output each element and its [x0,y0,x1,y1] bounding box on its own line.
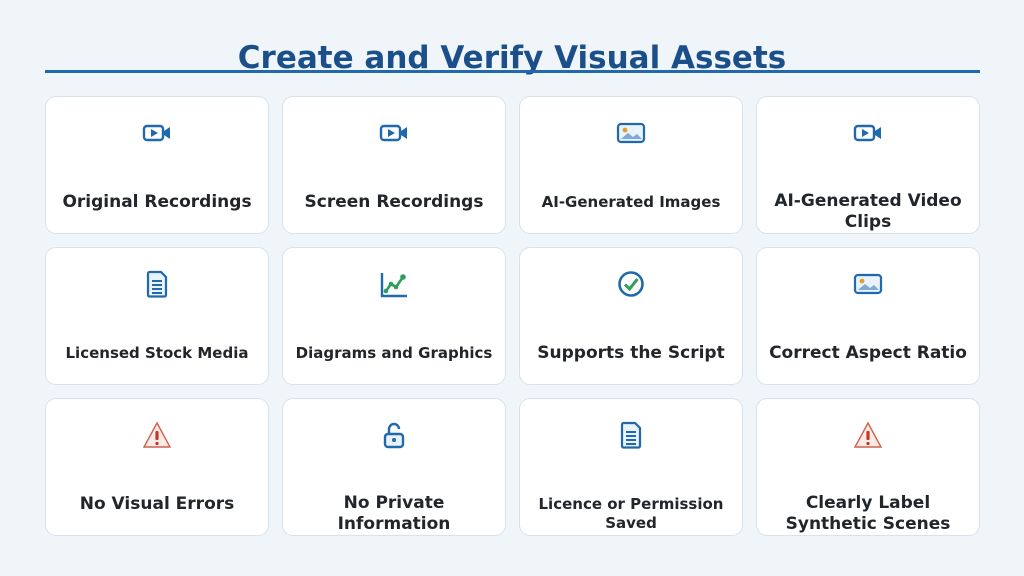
card-label: AI-Generated Images [541,193,721,211]
card-correct-aspect-ratio: Correct Aspect Ratio [756,247,980,385]
check-circle-icon [615,268,647,300]
card-label: Licensed Stock Media [65,344,249,362]
warning-icon [141,419,173,451]
card-label: AI-Generated Video Clips [774,191,962,232]
image-icon [852,268,884,300]
document-icon [141,268,173,300]
card-original-recordings: Original Recordings [45,96,269,234]
card-label: No Private Information [337,493,451,534]
card-licensed-stock-media: Licensed Stock Media [45,247,269,385]
card-label: Correct Aspect Ratio [769,343,967,363]
image-icon [615,117,647,149]
card-label: No Visual Errors [79,494,235,514]
unlock-icon [378,419,410,451]
card-diagrams-and-graphics: Diagrams and Graphics [282,247,506,385]
warning-icon [852,419,884,451]
card-no-visual-errors: No Visual Errors [45,398,269,536]
card-supports-the-script: Supports the Script [519,247,743,385]
video-camera-icon [378,117,410,149]
card-screen-recordings: Screen Recordings [282,96,506,234]
title-underline [45,70,980,73]
card-label: Screen Recordings [304,192,484,212]
video-camera-icon [141,117,173,149]
video-camera-icon [852,117,884,149]
document-icon [615,419,647,451]
card-label: Supports the Script [537,343,725,363]
card-label: Original Recordings [62,192,252,212]
card-label: Clearly Label Synthetic Scenes [785,493,951,534]
line-chart-icon [378,268,410,300]
card-ai-generated-video-clips: AI-Generated Video Clips [756,96,980,234]
card-licence-or-permission-saved: Licence or Permission Saved [519,398,743,536]
asset-checklist-grid: Original Recordings Screen Recordings AI… [45,96,980,536]
page: Create and Verify Visual Assets Original… [0,0,1024,576]
card-no-private-information: No Private Information [282,398,506,536]
card-ai-generated-images: AI-Generated Images [519,96,743,234]
card-clearly-label-synthetic-scenes: Clearly Label Synthetic Scenes [756,398,980,536]
card-label: Licence or Permission Saved [538,495,724,532]
card-label: Diagrams and Graphics [295,344,493,362]
